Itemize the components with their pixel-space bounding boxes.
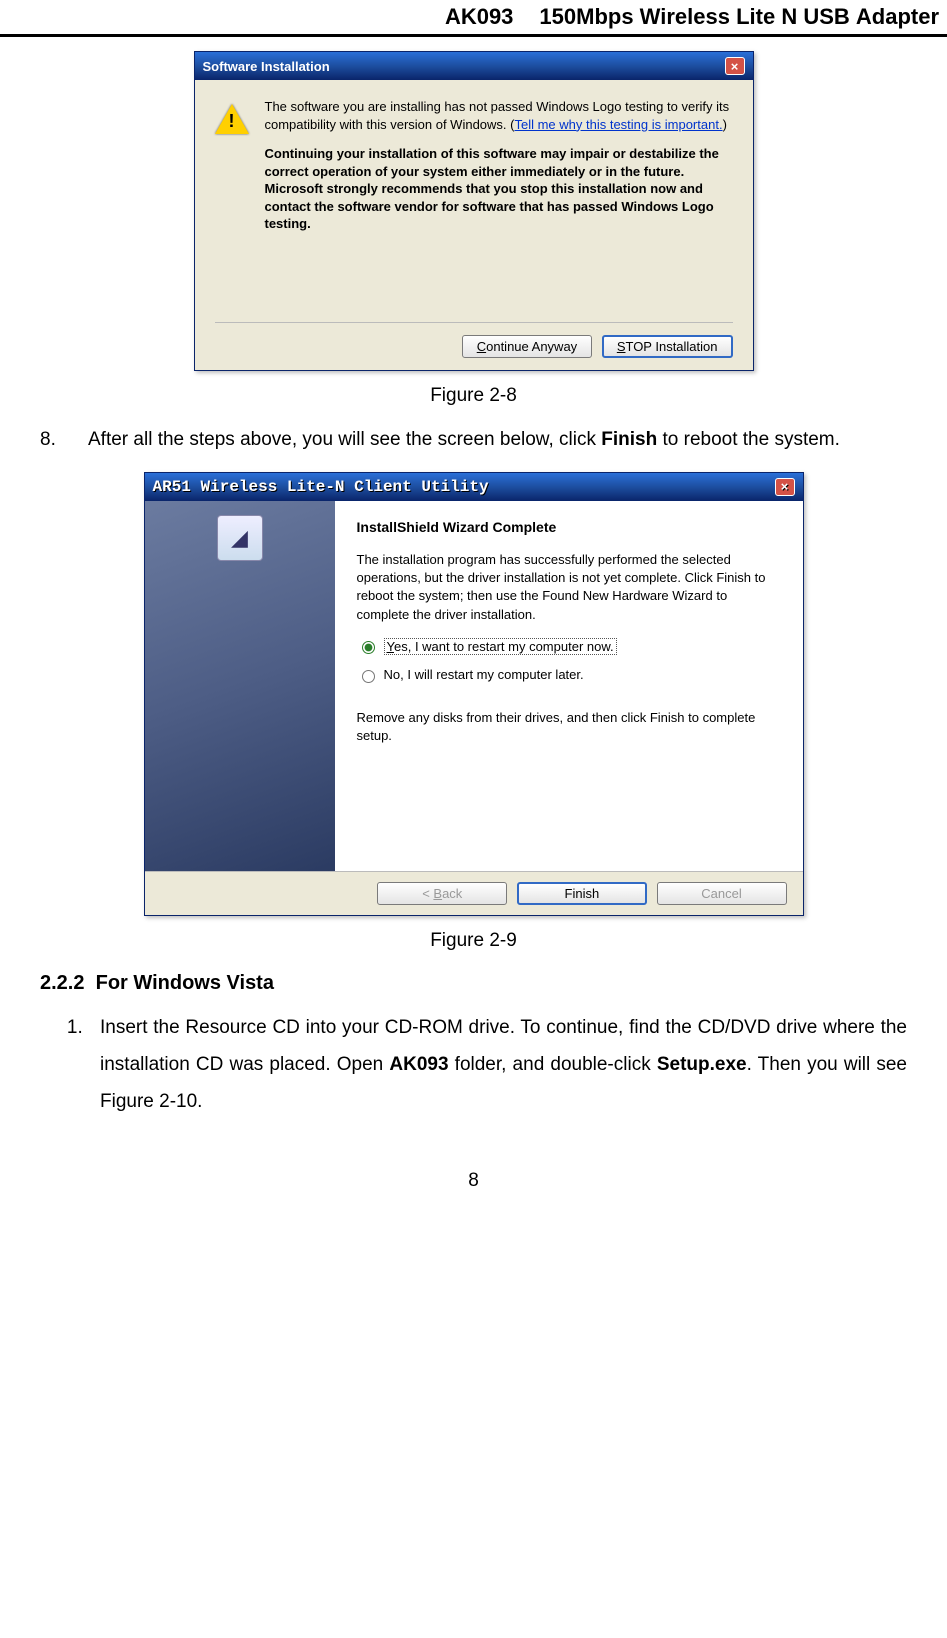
restart-now-radio[interactable]: Yes, I want to restart my computer now.: [357, 638, 781, 655]
header-model: AK093: [445, 4, 513, 30]
installshield-dialog: AR51 Wireless Lite-N Client Utility × ◢ …: [144, 472, 804, 916]
restart-now-label: Yes, I want to restart my computer now.: [384, 638, 617, 655]
wizard-heading: InstallShield Wizard Complete: [357, 519, 781, 535]
restart-later-label: No, I will restart my computer later.: [384, 667, 584, 682]
restart-later-radio[interactable]: No, I will restart my computer later.: [357, 667, 781, 683]
wizard-para2: Remove any disks from their drives, and …: [357, 709, 781, 745]
installer-icon: ◢: [217, 515, 263, 561]
restart-later-input[interactable]: [362, 670, 375, 683]
header-title: 150Mbps Wireless Lite N USB Adapter: [539, 4, 939, 30]
continue-anyway-button[interactable]: Continue Anyway: [462, 335, 592, 358]
dialog-titlebar: Software Installation ×: [195, 52, 753, 80]
stop-installation-button[interactable]: STOP Installation: [602, 335, 733, 358]
close-icon[interactable]: ×: [725, 57, 745, 75]
dialog2-footer: < Back Finish Cancel: [145, 871, 803, 915]
close-icon[interactable]: ×: [775, 478, 795, 496]
finish-button[interactable]: Finish: [517, 882, 647, 905]
section-heading: 2.2.2 For Windows Vista: [40, 972, 907, 995]
step-8-num: 8.: [40, 421, 88, 458]
dialog2-titlebar: AR51 Wireless Lite-N Client Utility ×: [145, 473, 803, 501]
warning-icon: [215, 102, 249, 136]
dialog1-footer: Continue Anyway STOP Installation: [215, 322, 733, 358]
tell-me-why-link[interactable]: Tell me why this testing is important.: [514, 117, 722, 132]
dialog-title: Software Installation: [203, 59, 330, 74]
cancel-button: Cancel: [657, 882, 787, 905]
page-header: AK093 150Mbps Wireless Lite N USB Adapte…: [0, 0, 947, 37]
software-installation-dialog: Software Installation × The software you…: [194, 51, 754, 371]
dialog2-title: AR51 Wireless Lite-N Client Utility: [153, 478, 489, 496]
step-8: 8. After all the steps above, you will s…: [40, 421, 907, 458]
page-number: 8: [0, 1170, 947, 1192]
figure-caption-2: Figure 2-9: [40, 930, 907, 952]
restart-now-input[interactable]: [362, 641, 375, 654]
back-button: < Back: [377, 882, 507, 905]
wizard-para1: The installation program has successfull…: [357, 551, 781, 624]
wizard-sidebar: ◢: [145, 501, 335, 871]
dialog1-paragraph2: Continuing your installation of this sof…: [265, 145, 733, 233]
figure-caption-1: Figure 2-8: [40, 385, 907, 407]
vista-step-1: Insert the Resource CD into your CD-ROM …: [88, 1009, 907, 1120]
dialog1-paragraph1: The software you are installing has not …: [265, 98, 733, 133]
